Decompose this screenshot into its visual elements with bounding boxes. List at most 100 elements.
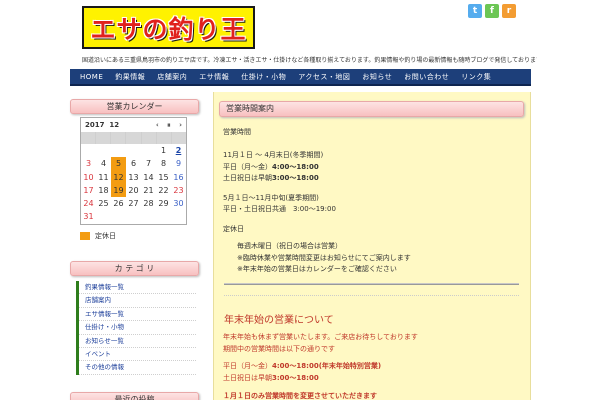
closed-label: 定休日 [223,225,244,233]
recent-widget-title: 最近の投稿 [70,392,199,400]
holiday-swatch [80,232,90,240]
calendar-day: 18 [98,185,109,195]
calendar-day: 6 [130,159,137,169]
nav-shop-info[interactable]: 店舗案内 [151,72,193,82]
section-line-2: 期間中の営業時間は以下の通りです [223,345,335,353]
calendar-legend: 定休日 [80,231,116,241]
calendar-day: 17 [83,185,94,195]
calendar-day: 29 [158,199,169,209]
section-hours-1: 平日（月～金）4:00～18:00(年末年始特別営業) [223,362,382,370]
category-item[interactable]: 釣果情報一覧 [79,281,196,295]
calendar-day [81,144,96,157]
category-item[interactable]: その他の情報 [79,361,196,375]
calendar-day: 16 [173,172,184,182]
calendar-day: 26 [113,199,124,209]
calendar-days: 1 2 3 4 5 6 7 8 9 10 11 12 13 14 15 16 1… [81,144,186,224]
calendar-day: 14 [143,172,154,182]
divider-dotted [224,295,519,296]
calendar-day [96,144,111,157]
category-widget-title: カ テ ゴ リ [70,261,199,276]
twitter-icon[interactable]: t [468,4,482,18]
calendar-day: 22 [158,185,169,195]
calendar-day: 11 [98,172,109,182]
calendar-day [96,210,111,223]
rss-icon[interactable]: r [502,4,516,18]
hours-label: 営業時間 [223,128,251,136]
calendar-day [156,210,171,223]
calendar-day: 27 [128,199,139,209]
today-button[interactable]: ⏸ [167,121,171,129]
site-description: 国道沿いにある三重県鳥羽市の釣りエサ店です。冷凍エサ・活きエサ・仕掛けなど各種取… [82,57,537,64]
calendar-day: 21 [143,185,154,195]
social-links: t f r [468,4,516,18]
calendar-day-holiday: 19 [111,183,126,198]
calendar-day: 28 [143,199,154,209]
calendar-day: 24 [83,199,94,209]
calendar-day: 4 [100,159,107,169]
note-1: ※臨時休業や営業時間変更はお知らせにてご案内します [237,254,411,262]
calendar-day: 30 [173,199,184,209]
nav-home[interactable]: HOME [74,73,109,81]
legend-label: 定休日 [95,232,116,240]
business-calendar: 2017 12 ‹ ⏸ › 1 2 3 4 5 6 7 8 9 10 11 12… [80,117,187,225]
calendar-day [126,144,141,157]
winter-weekday-hours: 平日（月～金）4:00～18:00 [223,163,319,171]
winter-period: 11月１日 ～ 4月末日(冬季期間) [223,151,324,159]
calendar-day: 1 [160,146,167,155]
calendar-day: 23 [173,185,184,195]
calendar-month: 12 [109,121,120,129]
calendar-day: 25 [98,199,109,209]
calendar-day: 3 [85,159,92,169]
calendar-day-today[interactable]: 2 [171,144,186,157]
article-title: 営業時間案内 [219,101,524,117]
summer-hours: 平日・土日祝日共通 3:00～19:00 [223,205,336,213]
logo-text: エサの釣り王 [90,14,247,44]
section-title: 年末年始の営業について [224,315,334,326]
calendar-day: 7 [145,159,152,169]
chevron-left-icon[interactable]: ‹ [156,121,159,129]
category-item[interactable]: 店舗案内 [79,294,196,308]
site-logo[interactable]: エサの釣り王 [82,6,255,49]
calendar-day [141,144,156,157]
calendar-day [171,210,186,223]
calendar-day-holiday: 12 [111,170,126,184]
category-item[interactable]: 仕掛け・小物 [79,321,196,335]
nav-bait-info[interactable]: エサ情報 [193,72,235,82]
summer-period: 5月１日～11月中旬(夏季期間) [223,194,319,202]
calendar-day [111,144,126,157]
nav-tackle[interactable]: 仕掛け・小物 [235,72,292,82]
category-item[interactable]: エサ情報一覧 [79,308,196,322]
calendar-day [126,210,141,223]
category-list: 釣果情報一覧 店舗案内 エサ情報一覧 仕掛け・小物 お知らせ一覧 イベント その… [76,281,196,375]
calendar-day: 10 [83,172,94,182]
nav-links[interactable]: リンク集 [455,72,497,82]
calendar-day [141,210,156,223]
calendar-day: 31 [83,212,94,222]
nav-access[interactable]: アクセス・地図 [292,72,356,82]
calendar-day: 8 [160,159,167,169]
calendar-day: 13 [128,172,139,182]
nav-catch-report[interactable]: 釣果情報 [109,72,151,82]
divider [224,283,519,285]
winter-weekend-hours: 土日祝日は早朝3:00～18:00 [223,174,319,182]
note-2: ※年末年始の営業日はカレンダーをご確認ください [237,265,397,273]
section-hours-2: 土日祝日は早朝3:00～18:00 [223,374,319,382]
chevron-right-icon[interactable]: › [179,121,182,129]
calendar-header: 2017 12 ‹ ⏸ › [81,118,186,132]
calendar-day: 20 [128,185,139,195]
nav-news[interactable]: お知らせ [356,72,398,82]
closed-days: 毎週木曜日（祝日の場合は営業） [237,242,342,250]
calendar-day: 9 [175,159,182,169]
calendar-year: 2017 [85,121,105,129]
calendar-day [111,210,126,223]
nav-contact[interactable]: お問い合わせ [398,72,455,82]
feedly-icon[interactable]: f [485,4,499,18]
category-item[interactable]: イベント [79,348,196,362]
section-last-line: １月１日のみ営業時間を変更させていただきます [223,392,377,400]
global-nav: HOME 釣果情報 店舗案内 エサ情報 仕掛け・小物 アクセス・地図 お知らせ … [70,69,531,86]
calendar-day-holiday: 5 [111,157,126,171]
section-line-1: 年末年始も休まず営業いたします。ご来店お待ちしております [223,333,418,341]
calendar-weekday-row [81,132,186,144]
category-item[interactable]: お知らせ一覧 [79,335,196,348]
calendar-day: 15 [158,172,169,182]
